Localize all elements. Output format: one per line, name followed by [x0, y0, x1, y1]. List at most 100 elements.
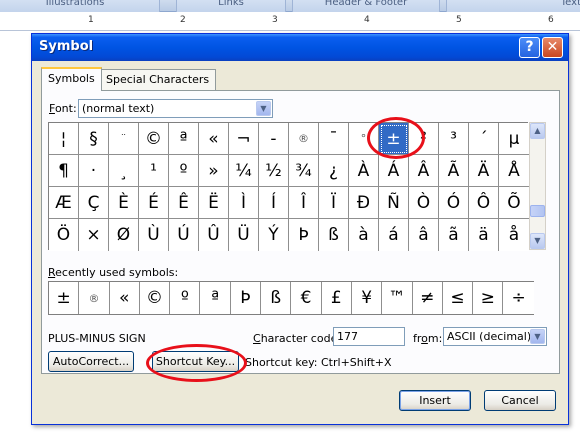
symbol-cell[interactable]: ª: [169, 123, 199, 155]
shortcut-key-button[interactable]: Shortcut Key...: [152, 351, 239, 372]
symbol-cell[interactable]: à: [349, 219, 379, 251]
symbol-cell[interactable]: -: [259, 123, 289, 155]
ribbon-group-text[interactable]: Text: [446, 0, 580, 12]
recent-symbol-cell[interactable]: ±: [49, 282, 80, 314]
recent-symbol-cell[interactable]: ≠: [412, 282, 443, 314]
scroll-thumb[interactable]: [530, 205, 545, 217]
symbol-cell[interactable]: ¨: [109, 123, 139, 155]
symbol-cell[interactable]: Æ: [49, 187, 79, 219]
symbol-cell[interactable]: Ö: [49, 219, 79, 251]
symbol-cell[interactable]: ²: [409, 123, 439, 155]
symbol-cell[interactable]: Ç: [79, 187, 109, 219]
symbol-cell[interactable]: Ì: [229, 187, 259, 219]
chevron-down-icon[interactable]: ▼: [530, 329, 545, 344]
symbol-cell[interactable]: ©: [139, 123, 169, 155]
symbol-cell[interactable]: °: [349, 123, 379, 155]
symbol-cell[interactable]: Ã: [439, 155, 469, 187]
symbol-cell[interactable]: Ê: [169, 187, 199, 219]
cancel-button[interactable]: Cancel: [484, 390, 556, 411]
symbol-cell[interactable]: ä: [469, 219, 499, 251]
tab-symbols[interactable]: Symbols: [41, 67, 102, 91]
symbol-cell[interactable]: Ú: [169, 219, 199, 251]
symbol-cell[interactable]: ×: [79, 219, 109, 251]
character-code-input[interactable]: 177: [333, 327, 405, 346]
symbol-cell[interactable]: Á: [379, 155, 409, 187]
symbol-cell[interactable]: Ü: [229, 219, 259, 251]
recent-symbol-cell[interactable]: ¥: [351, 282, 383, 314]
symbol-cell[interactable]: Ä: [469, 155, 499, 187]
symbol-cell[interactable]: Í: [259, 187, 289, 219]
symbol-cell[interactable]: ·: [79, 155, 109, 187]
symbol-cell[interactable]: Ñ: [379, 187, 409, 219]
symbol-cell[interactable]: ã: [439, 219, 469, 251]
tab-special-characters[interactable]: Special Characters: [99, 69, 217, 90]
font-select[interactable]: (normal text) ▼: [78, 99, 273, 118]
symbol-cell[interactable]: ¼: [229, 155, 259, 187]
symbol-cell[interactable]: Ð: [349, 187, 379, 219]
symbol-cell[interactable]: À: [349, 155, 379, 187]
recent-symbol-cell[interactable]: Þ: [230, 282, 262, 314]
recent-symbol-cell[interactable]: º: [170, 282, 201, 314]
recent-symbol-cell[interactable]: ©: [139, 282, 171, 314]
recent-symbol-cell[interactable]: ß: [261, 282, 292, 314]
recent-symbol-cell[interactable]: ≥: [473, 282, 504, 314]
symbol-cell[interactable]: Õ: [499, 187, 529, 219]
from-select[interactable]: ASCII (decimal) ▼: [443, 327, 547, 346]
symbol-cell[interactable]: á: [379, 219, 409, 251]
help-button[interactable]: ?: [519, 37, 540, 58]
symbol-cell[interactable]: Ø: [109, 219, 139, 251]
symbol-cell[interactable]: É: [139, 187, 169, 219]
symbol-cell[interactable]: Û: [199, 219, 229, 251]
symbol-cell[interactable]: ½: [259, 155, 289, 187]
symbol-cell[interactable]: Þ: [289, 219, 319, 251]
symbol-cell[interactable]: Ò: [409, 187, 439, 219]
symbol-cell[interactable]: Ô: [469, 187, 499, 219]
close-button[interactable]: ✕: [542, 37, 563, 58]
symbol-cell[interactable]: Ï: [319, 187, 349, 219]
ribbon-group-links[interactable]: Links: [176, 0, 286, 12]
autocorrect-button[interactable]: AutoCorrect...: [48, 351, 134, 372]
recent-symbol-cell[interactable]: £: [321, 282, 352, 314]
symbol-cell[interactable]: ¬: [229, 123, 259, 155]
symbol-cell[interactable]: ¶: [49, 155, 79, 187]
symbol-cell[interactable]: Å: [499, 155, 529, 187]
symbol-cell[interactable]: Ù: [139, 219, 169, 251]
symbol-cell[interactable]: ®: [289, 123, 319, 155]
recent-symbol-cell[interactable]: «: [109, 282, 140, 314]
symbol-cell[interactable]: ¸: [109, 155, 139, 187]
symbol-cell[interactable]: «: [199, 123, 229, 155]
symbol-cell[interactable]: ´: [469, 123, 499, 155]
symbol-cell[interactable]: ³: [439, 123, 469, 155]
symbol-cell[interactable]: Ó: [439, 187, 469, 219]
dialog-titlebar[interactable]: Symbol ? ✕: [32, 34, 568, 61]
symbol-cell[interactable]: Î: [289, 187, 319, 219]
symbol-cell[interactable]: »: [199, 155, 229, 187]
symbol-cell[interactable]: ¿: [319, 155, 349, 187]
recent-symbol-cell[interactable]: ®: [79, 282, 110, 314]
symbol-cell[interactable]: ±: [379, 123, 409, 155]
symbol-cell[interactable]: µ: [499, 123, 529, 155]
scroll-up-arrow-icon[interactable]: ▲: [530, 123, 545, 139]
symbol-cell[interactable]: â: [409, 219, 439, 251]
symbol-cell[interactable]: º: [169, 155, 199, 187]
chevron-down-icon[interactable]: ▼: [256, 101, 271, 116]
symbol-cell[interactable]: å: [499, 219, 529, 251]
symbol-cell[interactable]: Ý: [259, 219, 289, 251]
symbol-cell[interactable]: §: [79, 123, 109, 155]
symbol-cell[interactable]: ¦: [49, 123, 79, 155]
recent-symbol-cell[interactable]: ™: [382, 282, 413, 314]
symbol-cell[interactable]: ¹: [139, 155, 169, 187]
symbol-cell[interactable]: Ë: [199, 187, 229, 219]
symbol-grid[interactable]: ¦ § ¨ © ª «¬ - ® ¯ ° ± ² ³ ´ µ ¶ · ¸ ¹ º» ¼ ½ ¾ ¿ À Á Â Ã Ä Å Æ Ç È É Ê Ë Ì Í…: [48, 122, 529, 251]
symbol-grid-scrollbar[interactable]: ▲ ▼: [529, 122, 546, 250]
ribbon-group-header-footer[interactable]: Header & Footer: [292, 0, 440, 12]
scroll-down-arrow-icon[interactable]: ▼: [530, 233, 545, 249]
ribbon-group-illustrations[interactable]: Illustrations: [0, 0, 160, 12]
symbol-cell[interactable]: ß: [319, 219, 349, 251]
symbol-cell[interactable]: Â: [409, 155, 439, 187]
insert-button[interactable]: Insert: [399, 390, 471, 411]
symbol-cell[interactable]: È: [109, 187, 139, 219]
symbol-cell[interactable]: ¯: [319, 123, 349, 155]
recent-symbol-cell[interactable]: €: [291, 282, 322, 314]
recent-symbols-grid[interactable]: ± ® «© º ª Þß € £ ¥ ™ ≠ ≤ ≥ ÷: [48, 281, 534, 315]
